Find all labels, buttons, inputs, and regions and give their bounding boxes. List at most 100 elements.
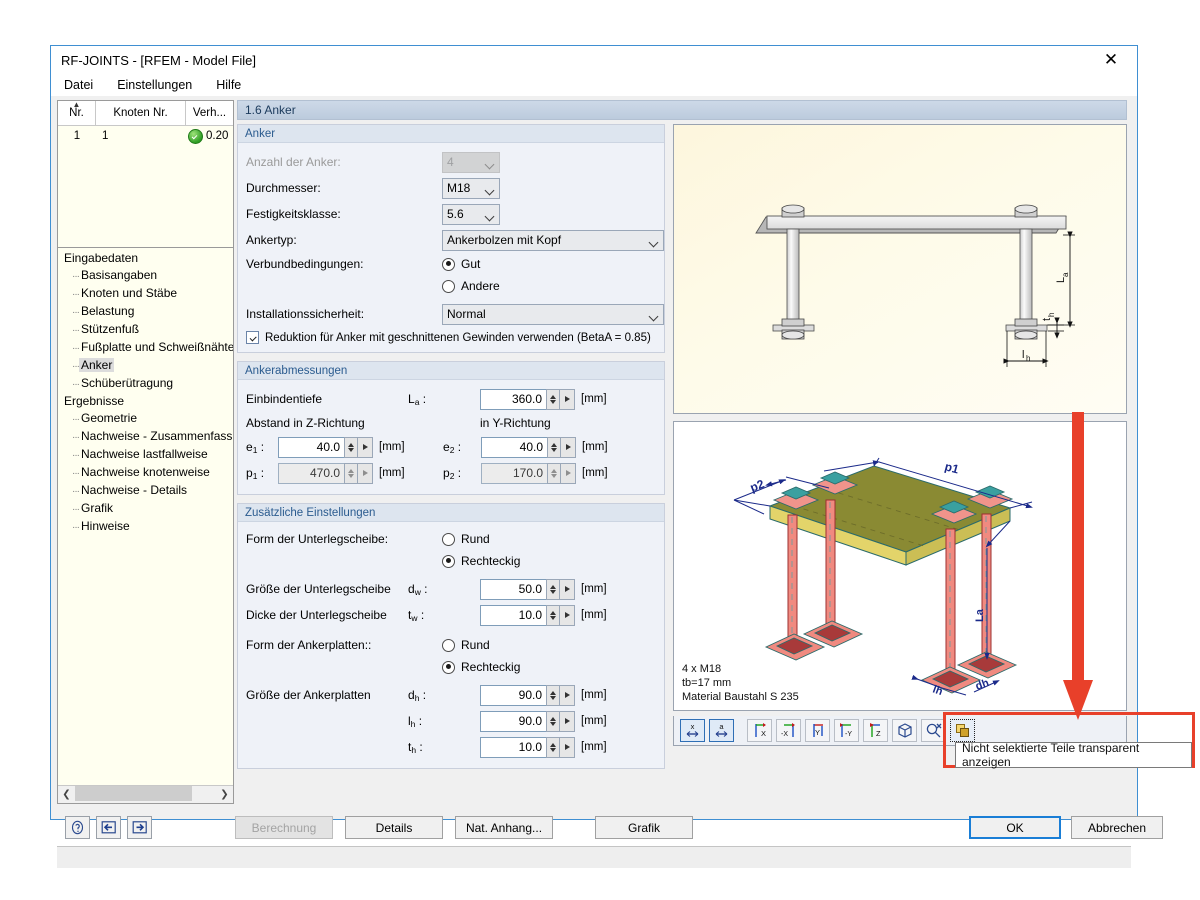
installationssicherheit-select[interactable]: Normal bbox=[442, 303, 664, 325]
input-lh[interactable]: 90.0 bbox=[480, 710, 575, 732]
festigkeitsklasse-select[interactable]: 5.6 bbox=[442, 203, 500, 225]
view-minus-x-button[interactable]: -X bbox=[776, 719, 801, 742]
sidebar-item-st-tzenfu[interactable]: ··· Stützenfuß bbox=[62, 321, 233, 339]
radio-unterleg-rund[interactable]: Rund bbox=[442, 529, 490, 550]
field-einbindetiefe: Einbindentiefe La : 360.0 [mm] bbox=[246, 386, 656, 412]
input-tw[interactable]: 10.0 bbox=[480, 604, 575, 626]
la-stepper[interactable] bbox=[546, 388, 560, 410]
sidebar-item-fu-platte-und-schwei-n-hte[interactable]: ··· Fußplatte und Schweißnähte bbox=[62, 339, 233, 357]
menu-item-hilfe[interactable]: Hilfe bbox=[213, 77, 244, 93]
ankertyp-dropdown[interactable]: Ankerbolzen mit Kopf bbox=[442, 229, 664, 251]
view-x-button[interactable]: X bbox=[747, 719, 772, 742]
installationssicherheit-dropdown[interactable]: Normal bbox=[442, 303, 664, 325]
radio-ankerplatten-rund[interactable]: Rund bbox=[442, 635, 490, 656]
column-header-nr[interactable]: ▲ Nr. bbox=[58, 101, 96, 125]
view-z-button[interactable]: Z bbox=[863, 719, 888, 742]
previous-arrow-icon[interactable] bbox=[96, 816, 121, 839]
table-row[interactable]: 1 1 0.20 bbox=[58, 126, 233, 146]
e1-stepper[interactable] bbox=[344, 436, 358, 458]
close-icon[interactable]: ✕ bbox=[1089, 46, 1133, 74]
question-mark-icon[interactable] bbox=[65, 816, 90, 839]
sidebar-item-nachweise-lastfallweise[interactable]: ··· Nachweise lastfallweise bbox=[62, 446, 233, 464]
e1-value[interactable]: 40.0 bbox=[278, 436, 344, 458]
chevron-right-icon[interactable]: ❯ bbox=[216, 786, 233, 803]
sidebar-item-nachweise-details[interactable]: ··· Nachweise - Details bbox=[62, 482, 233, 500]
e1-more-button[interactable] bbox=[358, 436, 373, 458]
sidebar-item-knoten-und-st-be[interactable]: ··· Knoten und Stäbe bbox=[62, 285, 233, 303]
left-pane-horizontal-scrollbar[interactable]: ❮ ❯ bbox=[58, 785, 233, 803]
sidebar-item-nachweise-zusammenfassung[interactable]: ···Nachweise - Zusammenfassung bbox=[62, 428, 233, 446]
sidebar-item-sch-ber-tragung[interactable]: ··· Schüberütragung bbox=[62, 375, 233, 393]
th-stepper[interactable] bbox=[546, 736, 560, 758]
scroll-track[interactable] bbox=[75, 786, 216, 803]
la-more-button[interactable] bbox=[560, 388, 575, 410]
input-th[interactable]: 10.0 bbox=[480, 736, 575, 758]
input-dw[interactable]: 50.0 bbox=[480, 578, 575, 600]
fit-x-button[interactable]: x bbox=[680, 719, 705, 742]
dh-value[interactable]: 90.0 bbox=[480, 684, 546, 706]
radio-verbund-gut[interactable]: Gut bbox=[442, 254, 480, 275]
svg-text:lh: lh bbox=[931, 684, 945, 699]
tree-node-root[interactable]: Eingabedaten bbox=[62, 250, 233, 267]
input-e1[interactable]: 40.0 bbox=[278, 436, 373, 458]
details-button[interactable]: Details bbox=[345, 816, 443, 839]
abbrechen-button[interactable]: Abbrechen bbox=[1071, 816, 1163, 839]
transparent-parts-button[interactable] bbox=[950, 719, 975, 742]
menu-item-einstellungen[interactable]: Einstellungen bbox=[114, 77, 195, 93]
ok-button[interactable]: OK bbox=[969, 816, 1061, 839]
tree-node-root[interactable]: Ergebnisse bbox=[62, 393, 233, 410]
menu-item-datei[interactable]: Datei bbox=[61, 77, 96, 93]
sidebar-item-basisangaben[interactable]: ··· Basisangaben bbox=[62, 267, 233, 285]
festigkeitsklasse-dropdown[interactable]: 5.6 bbox=[442, 203, 500, 225]
th-value[interactable]: 10.0 bbox=[480, 736, 546, 758]
sidebar-item-belastung[interactable]: ··· Belastung bbox=[62, 303, 233, 321]
scroll-thumb[interactable] bbox=[75, 786, 192, 801]
chevron-left-icon[interactable]: ❮ bbox=[58, 786, 75, 803]
la-value[interactable]: 360.0 bbox=[480, 388, 546, 410]
th-more-button[interactable] bbox=[560, 736, 575, 758]
view-minus-y-button[interactable]: -Y bbox=[834, 719, 859, 742]
radio-unterleg-rechteckig[interactable]: Rechteckig bbox=[442, 551, 520, 572]
input-dh[interactable]: 90.0 bbox=[480, 684, 575, 706]
dh-stepper[interactable] bbox=[546, 684, 560, 706]
nat-anhang-button[interactable]: Nat. Anhang... bbox=[455, 816, 553, 839]
dw-stepper[interactable] bbox=[546, 578, 560, 600]
input-la[interactable]: 360.0 bbox=[480, 388, 575, 410]
scroll-rest[interactable] bbox=[192, 786, 216, 803]
fit-a-button[interactable]: a bbox=[709, 719, 734, 742]
dh-more-button[interactable] bbox=[560, 684, 575, 706]
sidebar-item-nachweise-knotenweise[interactable]: ··· Nachweise knotenweise bbox=[62, 464, 233, 482]
sidebar-item-anker[interactable]: ··· Anker bbox=[62, 357, 233, 375]
sidebar-item-grafik[interactable]: ··· Grafik bbox=[62, 500, 233, 518]
e2-value[interactable]: 40.0 bbox=[481, 436, 547, 458]
dw-more-button[interactable] bbox=[560, 578, 575, 600]
e2-more-button[interactable] bbox=[561, 436, 576, 458]
isometric-view-button[interactable] bbox=[892, 719, 917, 742]
lh-value[interactable]: 90.0 bbox=[480, 710, 546, 732]
zoom-tool-button[interactable] bbox=[921, 719, 946, 742]
tw-stepper[interactable] bbox=[546, 604, 560, 626]
tw-more-button[interactable] bbox=[560, 604, 575, 626]
lh-stepper[interactable] bbox=[546, 710, 560, 732]
e2-stepper[interactable] bbox=[547, 436, 561, 458]
checkbox-reduktion[interactable]: Reduktion für Anker mit geschnittenen Ge… bbox=[246, 331, 656, 344]
column-header-knoten[interactable]: Knoten Nr. bbox=[96, 101, 186, 125]
durchmesser-dropdown[interactable]: M18 bbox=[442, 177, 500, 199]
anchor-elevation-view[interactable]: L a t h l h bbox=[673, 124, 1127, 414]
ankertyp-select[interactable]: Ankerbolzen mit Kopf bbox=[442, 229, 664, 251]
radio-verbund-andere[interactable]: Andere bbox=[442, 276, 500, 297]
input-e2[interactable]: 40.0 bbox=[481, 436, 576, 458]
dw-value[interactable]: 50.0 bbox=[480, 578, 546, 600]
durchmesser-select[interactable]: M18 bbox=[442, 177, 500, 199]
view-y-button[interactable]: Y bbox=[805, 719, 830, 742]
sidebar-item-hinweise[interactable]: ··· Hinweise bbox=[62, 518, 233, 536]
lh-more-button[interactable] bbox=[560, 710, 575, 732]
sidebar-item-geometrie[interactable]: ··· Geometrie bbox=[62, 410, 233, 428]
label-abstand-z: Abstand in Z-Richtung bbox=[246, 416, 365, 430]
next-arrow-icon[interactable] bbox=[127, 816, 152, 839]
tw-value[interactable]: 10.0 bbox=[480, 604, 546, 626]
column-header-verh[interactable]: Verh... bbox=[186, 101, 233, 125]
grafik-button[interactable]: Grafik bbox=[595, 816, 693, 839]
radio-ankerplatten-rechteckig[interactable]: Rechteckig bbox=[442, 657, 520, 678]
anchor-3d-view[interactable]: p1 p2 La lh dh 4 x M18 tb=17 mm Material… bbox=[673, 421, 1127, 711]
